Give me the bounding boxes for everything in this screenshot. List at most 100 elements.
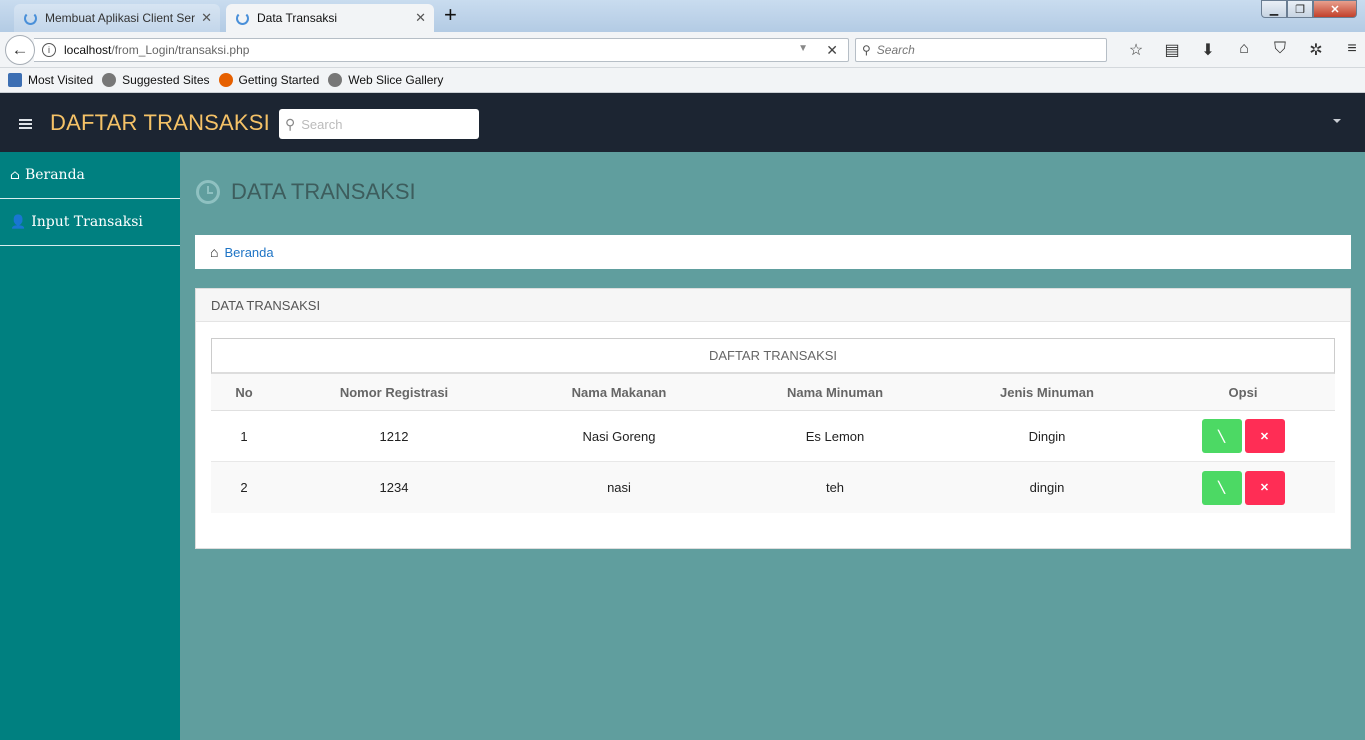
app-header: DAFTAR TRANSAKSI ⚲ Search (0, 93, 1365, 152)
transaction-table: No Nomor Registrasi Nama Makanan Nama Mi… (211, 374, 1335, 513)
cell-nomor-registrasi: 1234 (379, 480, 409, 495)
close-icon: ✕ (1259, 430, 1270, 443)
column-header: Nama Makanan (571, 384, 667, 400)
column-header: Nama Minuman (786, 384, 884, 400)
sidebar-item-beranda[interactable]: ⌂ Beranda (0, 152, 180, 199)
loading-icon (236, 11, 249, 25)
sidebar-item-label: Beranda (24, 167, 85, 183)
window-close-icon[interactable]: ✕ (1313, 0, 1357, 18)
column-header: Nomor Registrasi (339, 384, 449, 400)
firefox-icon (218, 73, 233, 87)
reading-list-icon[interactable]: ▤ (1154, 40, 1190, 60)
maximize-icon[interactable]: ❐ (1287, 0, 1313, 18)
browser-tab[interactable]: Membuat Aplikasi Client Ser ✕ (14, 4, 220, 32)
bookmark-most-visited[interactable]: Most Visited (8, 73, 93, 87)
close-icon: ✕ (1259, 482, 1270, 494)
bookmark-suggested-sites[interactable]: Suggested Sites (102, 73, 210, 87)
bookmarks-bar: Most Visited Suggested Sites Getting Sta… (0, 68, 1365, 93)
back-button[interactable]: ← (5, 35, 35, 65)
sidebar-item-label: Input Transaksi (31, 214, 143, 230)
browser-tab-active[interactable]: Data Transaksi ✕ (226, 4, 434, 32)
brand-title[interactable]: DAFTAR TRANSAKSI (50, 110, 270, 136)
window-controls: ▁ ❐ ✕ (1261, 0, 1357, 18)
breadcrumb: ⌂ Beranda (195, 235, 1351, 269)
page-title: DATA TRANSAKSI (231, 179, 416, 204)
pencil-icon: ╲ (1218, 482, 1225, 494)
cell-nama-makanan: nasi (607, 480, 631, 495)
globe-icon (102, 73, 117, 87)
main-content: DATA TRANSAKSI ⌂ Beranda DATA TRANSAKSI … (180, 152, 1365, 740)
bookmark-label: Suggested Sites (122, 73, 210, 87)
pencil-icon: ╲ (1218, 430, 1225, 443)
toolbar-icons: ☆ ▤ ⬇ ⌂ ⛉ ✲ ≡ (1118, 40, 1365, 60)
cell-opsi: ╲ ✕ (1151, 419, 1335, 453)
download-icon[interactable]: ⬇ (1190, 40, 1226, 60)
bookmark-label: Web Slice Gallery (348, 73, 444, 87)
cell-no: 1 (240, 428, 248, 444)
column-header: Jenis Minuman (1000, 384, 1094, 400)
info-icon[interactable]: i (42, 43, 56, 57)
cell-jenis-minuman: dingin (1029, 480, 1065, 495)
cell-opsi: ╲ ✕ (1151, 470, 1335, 505)
url-host: localhost (64, 43, 112, 57)
globe-icon (328, 73, 343, 87)
home-icon[interactable]: ⌂ (1226, 40, 1262, 60)
bookmark-folder-icon (8, 73, 22, 87)
panel-heading: DATA TRANSAKSI (196, 289, 1350, 322)
close-tab-icon[interactable]: ✕ (415, 10, 426, 26)
sidebar-item-input-transaksi[interactable]: 👤 Input Transaksi (0, 199, 180, 246)
address-bar[interactable]: i localhost/from_Login/transaksi.php ▼ ✕ (34, 38, 849, 62)
column-header: Opsi (1228, 384, 1258, 400)
user-dropdown-caret-icon[interactable] (1333, 119, 1341, 123)
tab-title: Membuat Aplikasi Client Ser (45, 11, 196, 25)
close-tab-icon[interactable]: ✕ (201, 10, 212, 26)
bookmark-label: Most Visited (28, 73, 94, 87)
tab-title: Data Transaksi (257, 11, 338, 25)
extension-icon[interactable]: ✲ (1298, 40, 1334, 60)
cell-jenis-minuman: Dingin (1028, 428, 1066, 444)
cell-nama-minuman: teh (825, 480, 845, 495)
table-row: 1 1212 Nasi Goreng Es Lemon Dingin ╲ ✕ (211, 411, 1335, 462)
sidebar: ⌂ Beranda 👤 Input Transaksi (0, 152, 180, 740)
browser-toolbar: i localhost/from_Login/transaksi.php ▼ ✕… (0, 32, 1365, 68)
breadcrumb-link-beranda[interactable]: Beranda (224, 245, 273, 260)
loading-icon (24, 11, 37, 25)
url-path: /from_Login/transaksi.php (111, 43, 250, 57)
table-caption: DAFTAR TRANSAKSI (211, 338, 1335, 374)
history-dropdown-icon[interactable]: ▼ (798, 43, 808, 54)
header-search-input[interactable]: ⚲ Search (279, 109, 479, 139)
home-icon: ⌂ (10, 167, 20, 183)
search-icon: ⚲ (285, 115, 296, 132)
table-header-row: No Nomor Registrasi Nama Makanan Nama Mi… (211, 374, 1335, 411)
new-tab-icon[interactable]: + (444, 4, 457, 26)
cell-no: 2 (240, 480, 248, 495)
pocket-icon[interactable]: ⛉ (1262, 40, 1298, 60)
minimize-icon[interactable]: ▁ (1261, 0, 1287, 18)
data-panel: DATA TRANSAKSI DAFTAR TRANSAKSI No Nomor… (195, 288, 1351, 549)
search-icon: ⚲ (862, 43, 871, 57)
user-icon: 👤 (10, 214, 27, 230)
menu-icon[interactable]: ≡ (1334, 40, 1365, 60)
bookmark-getting-started[interactable]: Getting Started (218, 73, 319, 87)
cell-nomor-registrasi: 1212 (379, 428, 409, 444)
page-header: DATA TRANSAKSI (196, 179, 416, 205)
column-header: No (235, 384, 253, 400)
edit-button[interactable]: ╲ (1201, 419, 1242, 453)
table-row: 2 1234 nasi teh dingin ╲ ✕ (211, 462, 1335, 513)
edit-button[interactable]: ╲ (1201, 470, 1242, 505)
search-placeholder: Search (876, 43, 915, 57)
bookmark-star-icon[interactable]: ☆ (1118, 40, 1154, 60)
hamburger-menu-icon[interactable] (19, 119, 32, 129)
delete-button[interactable]: ✕ (1244, 419, 1285, 453)
browser-tab-bar: Membuat Aplikasi Client Ser ✕ Data Trans… (0, 0, 1365, 32)
bookmark-web-slice-gallery[interactable]: Web Slice Gallery (328, 73, 443, 87)
stop-icon[interactable]: ✕ (826, 42, 838, 59)
cell-nama-makanan: Nasi Goreng (582, 428, 656, 444)
home-icon: ⌂ (210, 244, 219, 260)
back-arrow-icon: ← (11, 40, 29, 59)
browser-search-input[interactable]: ⚲ Search (855, 38, 1107, 62)
delete-button[interactable]: ✕ (1244, 470, 1285, 505)
search-placeholder: Search (301, 116, 343, 132)
cell-nama-minuman: Es Lemon (805, 428, 865, 444)
clock-icon (196, 180, 220, 204)
